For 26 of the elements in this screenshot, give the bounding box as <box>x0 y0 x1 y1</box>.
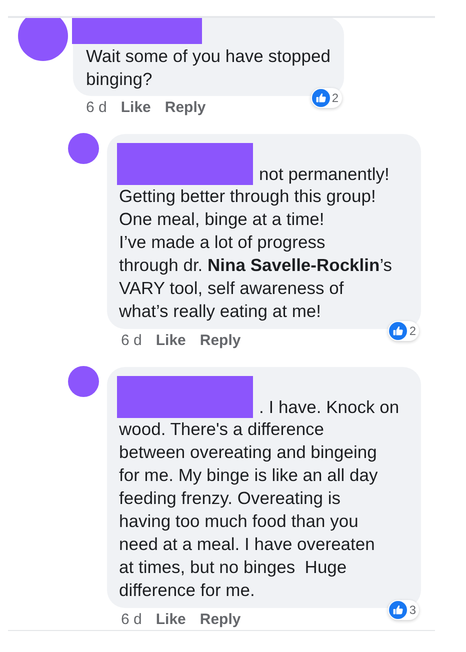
avatar[interactable] <box>68 366 99 397</box>
comment-text: not permanently! <box>259 163 390 186</box>
like-link[interactable]: Like <box>156 610 186 630</box>
reaction-count: 2 <box>332 91 338 105</box>
comment-text: wood. There's a difference between overeating and bingeing for me. My binge is like an all day feeding frenzy. Overeating is having too much food than you need at a meal. I have overeaten at times, but no binges Huge difference for me. <box>119 418 379 602</box>
reply-link[interactable]: Reply <box>200 610 241 630</box>
comment-text: Getting better through this group! One meal, binge at a time! I’ve made a lot of progress through dr. Nina Savelle-Rocklin’s VARY tool, self awareness of what’s really eating at me! <box>119 185 394 323</box>
comment-text: . I have. Knock on <box>259 396 400 419</box>
like-link[interactable]: Like <box>120 98 151 118</box>
reaction-badge[interactable]: 2 <box>310 88 342 108</box>
timestamp: 6 d <box>121 331 142 351</box>
reply-link[interactable]: Reply <box>200 331 241 351</box>
avatar[interactable] <box>68 133 99 164</box>
reaction-count: 2 <box>409 324 416 338</box>
timestamp: 6 d <box>86 98 107 118</box>
reaction-count: 3 <box>409 603 416 617</box>
like-icon <box>389 601 408 619</box>
like-icon <box>389 322 408 340</box>
reply-link[interactable]: Reply <box>164 98 206 118</box>
avatar[interactable] <box>18 18 68 61</box>
like-link[interactable]: Like <box>156 331 186 351</box>
reaction-badge[interactable]: 2 <box>388 321 419 341</box>
comment-text: Wait some of you have stopped binging? <box>86 45 330 91</box>
reaction-badge[interactable]: 3 <box>388 600 419 620</box>
timestamp: 6 d <box>121 610 142 630</box>
like-icon <box>312 89 330 107</box>
